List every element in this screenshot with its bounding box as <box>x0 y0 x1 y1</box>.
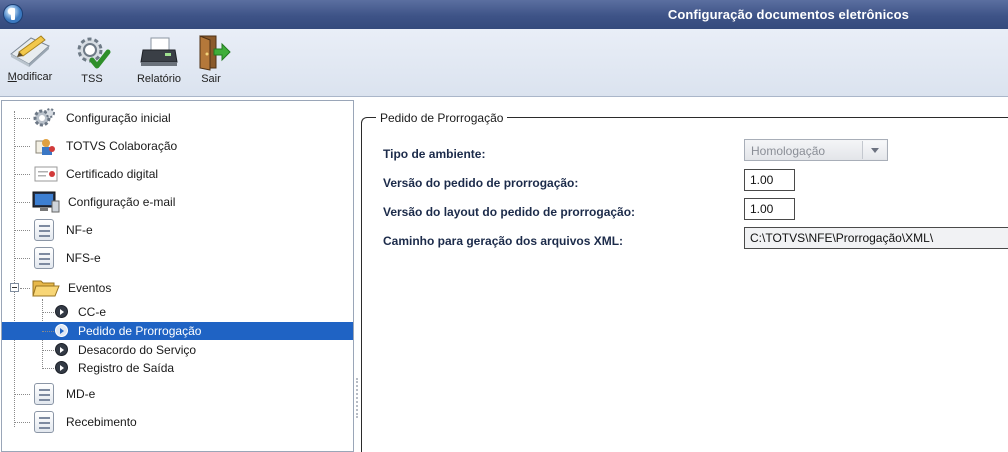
tree-item-label: Eventos <box>68 281 112 295</box>
tree-item-label: Configuração e-mail <box>68 195 176 209</box>
tree-item-label: Desacordo do Serviço <box>78 343 197 357</box>
caminho-xml-input[interactable]: C:\TOTVS\NFE\Prorrogação\XML\ <box>744 227 1008 249</box>
tree-item-desacordo-do-servico[interactable]: Desacordo do Serviço <box>2 341 353 359</box>
tree-item-label: Certificado digital <box>66 167 159 181</box>
tree-item-eventos[interactable]: Eventos <box>2 277 353 299</box>
tree-item-mde[interactable]: MD-e <box>2 383 353 405</box>
tree-item-totvs-colaboracao[interactable]: TOTVS Colaboração <box>2 135 353 157</box>
versao-pedido-input[interactable]: 1.00 <box>744 169 795 191</box>
arrow-circle-icon <box>55 343 68 356</box>
arrow-circle-icon <box>55 305 68 318</box>
tree-item-label: TOTVS Colaboração <box>66 139 178 153</box>
tree-item-label: NFS-e <box>66 251 101 265</box>
tree-item-certificado-digital[interactable]: Certificado digital <box>2 163 353 185</box>
tree-item-label: MD-e <box>66 387 96 401</box>
tree-item-label: Pedido de Prorrogação <box>78 324 202 338</box>
group-title: Pedido de Prorrogação <box>376 111 508 125</box>
tree-item-configuracao-email[interactable]: Configuração e-mail <box>2 191 353 213</box>
tipo-ambiente-label: Tipo de ambiente: <box>383 147 486 161</box>
sair-label: Sair <box>201 73 221 85</box>
document-list-icon <box>34 383 54 405</box>
relatorio-label: Relatório <box>136 73 182 85</box>
tipo-ambiente-select[interactable]: Homologação <box>744 139 888 161</box>
modificar-button[interactable]: Modificar <box>2 32 58 96</box>
gear-check-icon <box>77 37 111 69</box>
modificar-label: Modificar <box>7 71 53 83</box>
window-title: Configuração documentos eletrônicos <box>667 7 909 22</box>
tree-item-label: Configuração inicial <box>66 111 171 125</box>
arrow-circle-icon <box>55 324 68 337</box>
chevron-down-icon[interactable] <box>862 141 886 159</box>
versao-layout-label: Versão do layout do pedido de prorrogaçã… <box>383 205 636 219</box>
tree-item-recebimento[interactable]: Recebimento <box>2 411 353 433</box>
certificate-icon <box>34 166 58 182</box>
toolbar: Modificar TSS Relatório Sair <box>0 29 1008 97</box>
printer-icon <box>140 37 178 66</box>
collapse-toggle-icon[interactable] <box>10 283 19 292</box>
tree-item-nfse[interactable]: NFS-e <box>2 247 353 269</box>
tss-label: TSS <box>81 73 103 85</box>
tipo-ambiente-value: Homologação <box>751 144 826 158</box>
tree-item-pedido-de-prorrogacao[interactable]: Pedido de Prorrogação <box>2 322 353 340</box>
caminho-xml-label: Caminho para geração dos arquivos XML: <box>383 234 624 248</box>
document-list-icon <box>34 411 54 433</box>
sair-button[interactable]: Sair <box>192 32 231 96</box>
exit-door-icon <box>199 35 231 71</box>
tree-item-label: NF-e <box>66 223 93 237</box>
tree-item-cce[interactable]: CC-e <box>2 303 353 321</box>
computer-icon <box>32 191 60 213</box>
tree-item-label: Registro de Saída <box>78 361 175 375</box>
folder-open-icon <box>32 280 60 297</box>
app-logo-icon[interactable] <box>3 4 23 24</box>
tree-item-nfe[interactable]: NF-e <box>2 219 353 241</box>
arrow-circle-icon <box>55 361 68 374</box>
versao-pedido-label: Versão do pedido de prorrogação: <box>383 176 579 190</box>
document-list-icon <box>34 219 54 241</box>
tree-item-label: Recebimento <box>66 415 137 429</box>
tree-item-configuracao-inicial[interactable]: Configuração inicial <box>2 107 353 129</box>
document-list-icon <box>34 247 54 269</box>
collaboration-icon <box>35 139 55 155</box>
tree-connector <box>14 111 15 427</box>
versao-layout-input[interactable]: 1.00 <box>744 198 795 220</box>
tss-button[interactable]: TSS <box>68 32 116 96</box>
tree-item-registro-de-saida[interactable]: Registro de Saída <box>2 359 353 377</box>
pencil-check-icon <box>10 35 50 67</box>
panel-splitter[interactable] <box>356 378 358 418</box>
navigation-tree: Configuração inicial TOTVS Colaboração C… <box>1 100 354 452</box>
pedido-prorrogacao-group <box>361 117 1008 452</box>
window-title-bar: Configuração documentos eletrônicos <box>0 0 1008 29</box>
relatorio-button[interactable]: Relatório <box>132 32 186 96</box>
gears-icon <box>33 108 55 127</box>
tree-item-label: CC-e <box>78 305 107 319</box>
